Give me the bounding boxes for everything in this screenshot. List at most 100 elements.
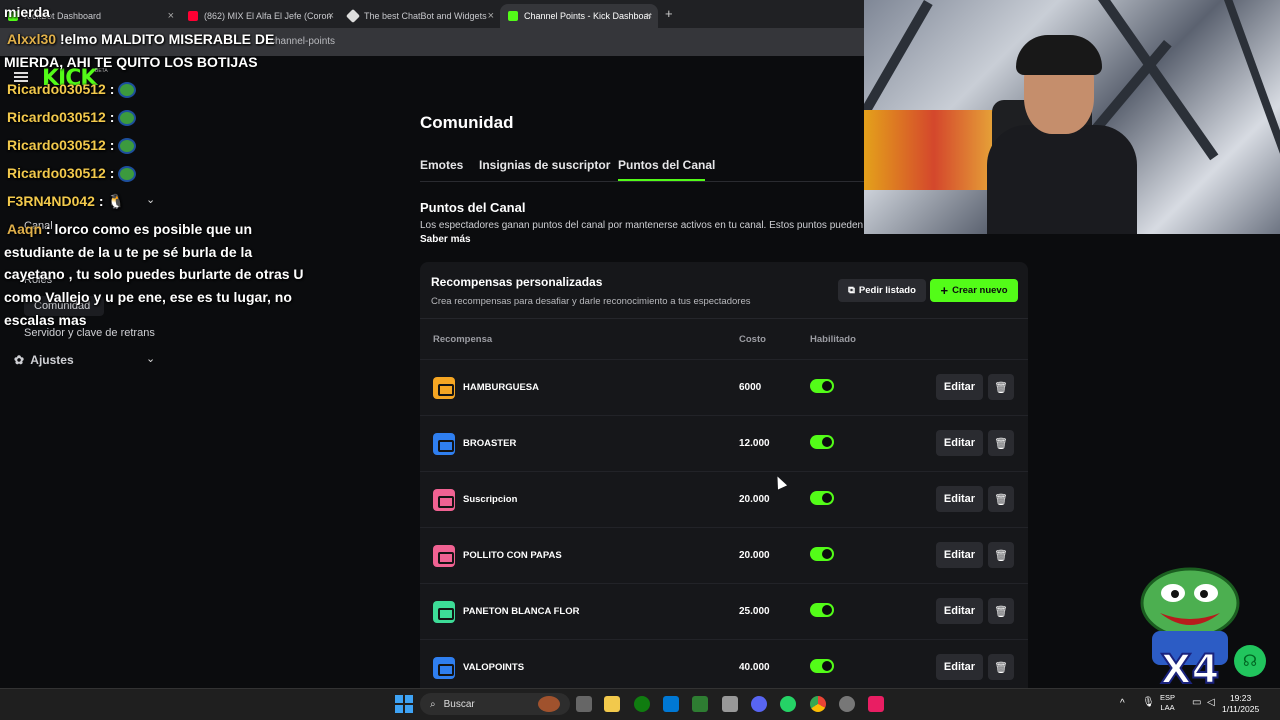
bed (864, 110, 1004, 190)
reward-icon (433, 657, 455, 679)
button-label: Crear nuevo (952, 285, 1008, 296)
support-icon[interactable]: ☊ (1234, 645, 1266, 677)
edit-button[interactable]: Editar (936, 542, 983, 568)
tab-label: (862) MIX El Alfa El Jefe (Coron (204, 11, 332, 21)
tiktok-icon[interactable] (868, 696, 884, 712)
trash-icon[interactable]: 🗑 (988, 430, 1014, 456)
chat-text: : (109, 109, 115, 125)
reward-cost: 20.000 (739, 550, 770, 561)
chat-message: F3RN4ND042 : 🐧 (7, 193, 125, 210)
browser-tab-channel-points[interactable]: Channel Points - Kick Dashboar × (500, 4, 658, 28)
clock-time: 19:23 (1229, 693, 1252, 703)
tab-emotes[interactable]: Emotes (420, 158, 463, 172)
taskbar-clock[interactable]: 19:23 1/11/2025 (1222, 693, 1259, 715)
chat-message: estudiante de la u te pe sé burla de la (4, 244, 252, 260)
chat-username: F3RN4ND042 (7, 193, 95, 209)
task-view-icon[interactable] (576, 696, 592, 712)
learn-more-link[interactable]: Saber más (420, 234, 471, 245)
chat-message: Ricardo030512 : (7, 137, 137, 155)
create-new-button[interactable]: + Crear nuevo (930, 279, 1018, 302)
chat-message: Ricardo030512 : (7, 165, 137, 183)
tab-label: Channel Points - Kick Dashboar (524, 11, 652, 21)
pepe-emote-icon (118, 110, 137, 127)
request-list-button[interactable]: ⧉ Pedir listado (838, 279, 926, 302)
sticker-text: X4 (1161, 647, 1220, 690)
enabled-toggle[interactable] (810, 435, 834, 449)
browser-tab-chatbot[interactable]: The best ChatBot and Widgets × (340, 4, 500, 28)
microphone-icon[interactable]: 🎙 (1142, 697, 1155, 708)
edit-button[interactable]: Editar (936, 374, 983, 400)
plus-icon: + (940, 283, 949, 298)
whatsapp-icon[interactable] (780, 696, 796, 712)
widget-icon[interactable] (538, 696, 560, 712)
chat-username: Ricardo030512 (7, 165, 106, 181)
column-header-costo: Costo (739, 334, 766, 345)
button-label: Pedir listado (858, 285, 916, 296)
tab-puntos-del-canal[interactable]: Puntos del Canal (618, 158, 715, 172)
trash-icon[interactable]: 🗑 (988, 654, 1014, 680)
enabled-toggle[interactable] (810, 379, 834, 393)
url-text[interactable]: channel-points (270, 36, 335, 47)
close-icon[interactable]: × (328, 10, 334, 22)
card-divider (420, 318, 1028, 319)
section-description: Los espectadores ganan puntos del canal … (420, 220, 864, 231)
reward-row: VALOPOINTS 40.000 Editar 🗑 (420, 639, 1028, 695)
chat-message: Aaqn : lorco como es posible que un (7, 221, 252, 237)
reward-name: HAMBURGUESA (463, 382, 539, 393)
chevron-down-icon[interactable]: ⌄ (146, 193, 155, 206)
trash-icon[interactable]: 🗑 (988, 598, 1014, 624)
reward-icon (433, 545, 455, 567)
browser-tab-youtube[interactable]: (862) MIX El Alfa El Jefe (Coron × (180, 4, 340, 28)
chat-message: Ricardo030512 : (7, 81, 137, 99)
minecraft-icon[interactable] (692, 696, 708, 712)
chat-message: Alxxl30 !elmo MALDITO MISERABLE DE (7, 31, 274, 47)
language-indicator[interactable]: ESP LAA (1160, 693, 1175, 713)
chat-username: Alxxl30 (7, 31, 57, 47)
volume-icon[interactable]: ◁ (1207, 697, 1215, 708)
diamond-icon (345, 8, 361, 24)
windows-start-icon[interactable] (395, 695, 413, 713)
sidebar-item-servidor[interactable]: Servidor y clave de retrans (24, 327, 155, 339)
app-icon[interactable] (722, 696, 738, 712)
enabled-toggle[interactable] (810, 491, 834, 505)
reward-row: POLLITO CON PAPAS 20.000 Editar 🗑 (420, 527, 1028, 583)
discord-icon[interactable] (751, 696, 767, 712)
trash-icon[interactable]: 🗑 (988, 374, 1014, 400)
trash-icon[interactable]: 🗑 (988, 486, 1014, 512)
chrome-icon[interactable] (810, 696, 826, 712)
chat-message: como Vallejo y u pe ene, ese es tu lugar… (4, 289, 292, 305)
reward-cost: 12.000 (739, 438, 770, 449)
enabled-toggle[interactable] (810, 603, 834, 617)
pepe-emote-icon (118, 82, 137, 99)
close-icon[interactable]: × (488, 10, 494, 22)
enabled-toggle[interactable] (810, 659, 834, 673)
chevron-up-icon[interactable]: ^ (1120, 698, 1125, 709)
store-icon[interactable] (663, 696, 679, 712)
clock-date: 1/11/2025 (1222, 704, 1260, 714)
close-icon[interactable]: × (168, 10, 174, 22)
page-title: Comunidad (420, 113, 514, 132)
app-icon[interactable] (839, 696, 855, 712)
edit-button[interactable]: Editar (936, 486, 983, 512)
close-icon[interactable]: × (646, 10, 652, 22)
chevron-down-icon[interactable]: ⌄ (146, 352, 155, 365)
edit-button[interactable]: Editar (936, 654, 983, 680)
edit-button[interactable]: Editar (936, 430, 983, 456)
search-icon: ⌕ (430, 698, 436, 710)
penguin-emote-icon: 🐧 (107, 193, 125, 209)
enabled-toggle[interactable] (810, 547, 834, 561)
new-tab-icon[interactable]: + (665, 6, 673, 21)
edit-button[interactable]: Editar (936, 598, 983, 624)
reward-name: BROASTER (463, 438, 517, 449)
reward-row: Suscripcion 20.000 Editar 🗑 (420, 471, 1028, 527)
file-explorer-icon[interactable] (604, 696, 620, 712)
reward-icon (433, 433, 455, 455)
tab-insignias[interactable]: Insignias de suscriptor (479, 158, 610, 172)
kick-icon (508, 11, 518, 21)
xbox-icon[interactable] (634, 696, 650, 712)
reward-row: HAMBURGUESA 6000 Editar 🗑 (420, 359, 1028, 415)
network-icon[interactable]: ▭ (1192, 697, 1201, 708)
sidebar-item-ajustes[interactable]: ✿ Ajustes (14, 353, 74, 367)
trash-icon[interactable]: 🗑 (988, 542, 1014, 568)
chat-username: Ricardo030512 (7, 137, 106, 153)
